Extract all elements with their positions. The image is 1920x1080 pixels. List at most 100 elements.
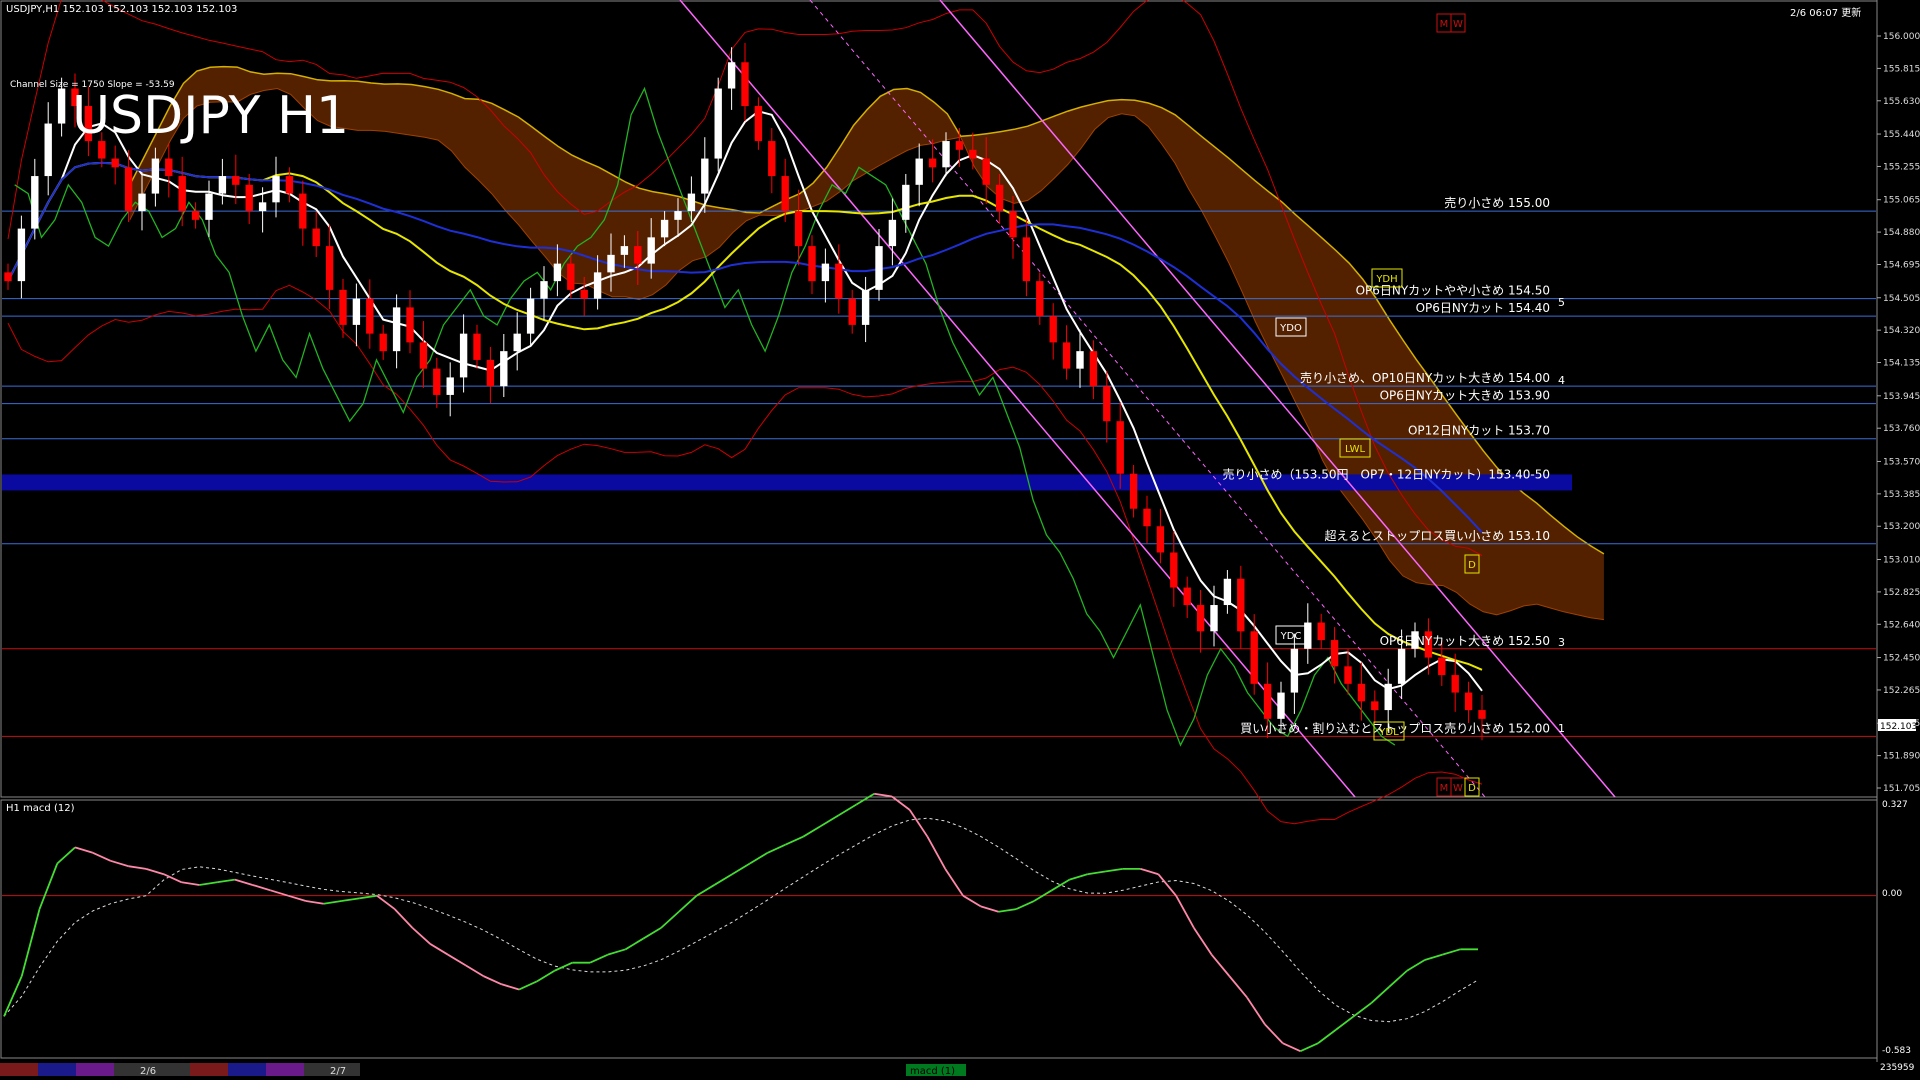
macd-segment xyxy=(625,937,644,951)
marker-box-label-D: D xyxy=(1468,560,1476,571)
macd-segment xyxy=(926,836,947,870)
candle-body xyxy=(1183,587,1191,606)
candle-body xyxy=(1196,605,1205,632)
channel-number-3: 3 xyxy=(1558,636,1565,649)
candle xyxy=(1022,218,1031,297)
level-label-1: OP6日NYカットやや小さめ 154.50 xyxy=(1356,284,1550,298)
price-tick-label: 152.640 xyxy=(1883,620,1920,630)
candle xyxy=(928,139,937,183)
candle xyxy=(513,312,521,371)
candle-body xyxy=(915,158,923,185)
candle-body xyxy=(44,123,52,177)
price-axis: 156.000 155.815 155.630 155.440 155.255 155.0… xyxy=(1877,32,1920,794)
candle xyxy=(44,102,52,196)
candle-body xyxy=(379,333,387,352)
candle xyxy=(1009,196,1017,259)
macd-panel-border xyxy=(0,799,1878,1059)
marker-box-label-M: M xyxy=(1440,783,1449,794)
candle xyxy=(861,276,870,343)
candle-body xyxy=(835,263,843,299)
macd-segment xyxy=(855,793,875,806)
macd-segment xyxy=(181,881,200,886)
macd-segment xyxy=(838,803,857,817)
macd-segment xyxy=(252,884,271,892)
macd-segment xyxy=(145,868,165,876)
candle xyxy=(540,266,548,320)
candle-body xyxy=(821,263,830,282)
marker-box-label-LWL: LWL xyxy=(1345,444,1366,455)
candle-body xyxy=(352,298,361,325)
macd-segment xyxy=(1140,868,1159,876)
macd-indicator xyxy=(2,792,1876,1053)
macd-tab[interactable]: macd (1) xyxy=(910,1066,955,1077)
candle-body xyxy=(312,228,320,247)
macd-segment xyxy=(1087,870,1106,876)
candle-body xyxy=(1103,386,1111,422)
candle xyxy=(272,156,280,218)
candle xyxy=(1156,509,1165,564)
candle-body xyxy=(486,359,495,387)
macd-segment xyxy=(199,881,218,886)
candle-body xyxy=(593,272,602,299)
candle-body xyxy=(727,62,736,89)
candle-body xyxy=(285,176,294,194)
macd-segment xyxy=(1015,900,1035,910)
marker-box-label-YDC: YDC xyxy=(1280,631,1302,642)
macd-segment xyxy=(820,814,840,827)
marker-box-label-W: W xyxy=(1453,19,1463,30)
candle xyxy=(1129,464,1138,518)
macd-segment xyxy=(3,975,23,1017)
macd-segment xyxy=(589,953,609,964)
candle-body xyxy=(861,289,870,325)
macd-segment xyxy=(38,863,59,910)
price-tick-label: 154.505 xyxy=(1883,294,1920,304)
price-tick-label: 154.320 xyxy=(1883,326,1920,336)
macd-segment xyxy=(1175,895,1195,929)
candle-body xyxy=(848,298,856,325)
candle-body xyxy=(245,184,253,212)
candle xyxy=(4,263,12,290)
macd-segment xyxy=(323,900,342,905)
candle-body xyxy=(1076,351,1084,369)
candle xyxy=(1196,589,1205,653)
price-tick-label: 154.880 xyxy=(1883,228,1920,238)
candle-body xyxy=(1156,526,1165,553)
candle xyxy=(366,279,374,349)
macd-segment xyxy=(1264,1023,1284,1044)
candle-body xyxy=(178,176,186,212)
marker-box-label-YDH: YDH xyxy=(1375,274,1397,285)
candle-body xyxy=(647,237,655,264)
marker-box-label-M: M xyxy=(1440,19,1449,30)
candle-body xyxy=(995,184,1004,212)
price-tick-label: 155.630 xyxy=(1883,97,1920,107)
price-tick-label: 156.000 xyxy=(1883,32,1920,42)
macd-tick-bottom: -0.583 xyxy=(1882,1046,1912,1056)
candle-body xyxy=(406,307,414,343)
candle xyxy=(875,228,883,301)
candle xyxy=(392,294,401,369)
macd-segment xyxy=(607,948,626,956)
candle-body xyxy=(191,211,200,220)
candle xyxy=(205,180,213,238)
macd-segment xyxy=(465,964,484,977)
candle xyxy=(352,283,361,347)
macd-segment xyxy=(1069,873,1088,881)
channel-number-5: 5 xyxy=(1558,296,1565,309)
candle xyxy=(245,173,253,225)
macd-segment xyxy=(785,835,804,846)
candle-body xyxy=(325,246,334,290)
macd-segment xyxy=(110,859,129,868)
price-tick-label: 155.440 xyxy=(1883,130,1920,140)
candle-body xyxy=(1036,281,1044,317)
candle xyxy=(1210,585,1218,647)
candle-body xyxy=(446,377,454,395)
candle xyxy=(1371,690,1379,724)
macd-signal-line xyxy=(3,817,1479,1023)
candle-body xyxy=(1170,552,1178,588)
candle-body xyxy=(982,158,990,185)
candle xyxy=(1223,570,1232,614)
level-label-2: OP6日NYカット 154.40 xyxy=(1416,301,1550,315)
candle-body xyxy=(1143,508,1151,527)
candle xyxy=(218,158,227,205)
candle xyxy=(915,143,923,207)
